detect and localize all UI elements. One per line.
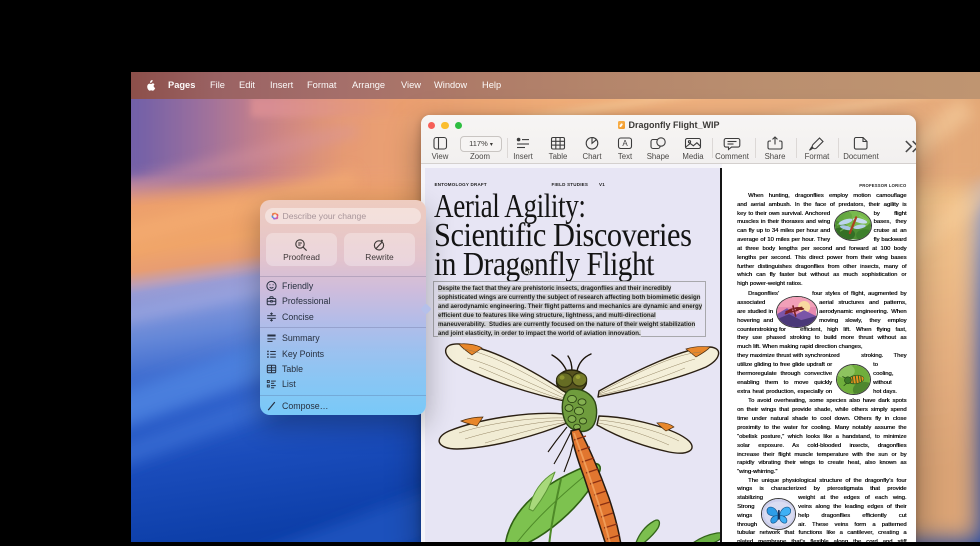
svg-text:A: A (622, 139, 628, 148)
